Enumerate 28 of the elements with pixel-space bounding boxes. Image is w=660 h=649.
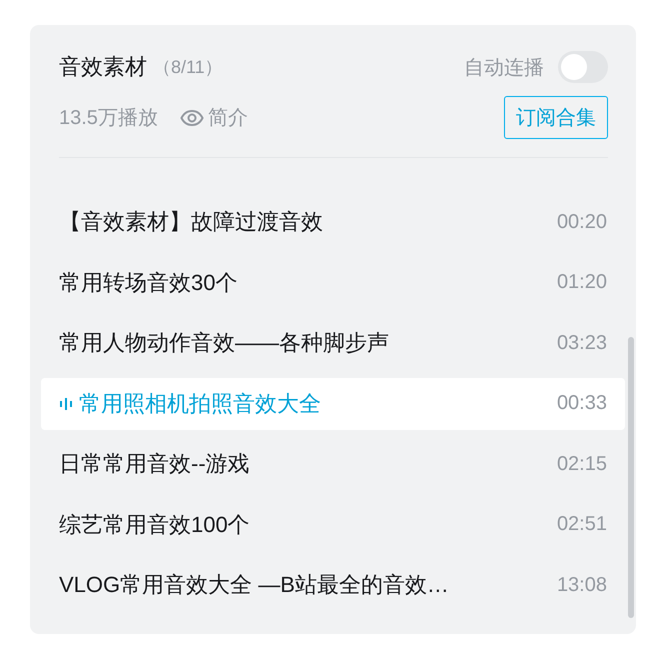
autoplay-toggle[interactable] bbox=[558, 51, 608, 83]
episode-duration: 02:51 bbox=[556, 513, 607, 536]
episode-title: 日常常用音效--游戏 bbox=[59, 450, 250, 478]
episode-item[interactable]: 常用人物动作音效——各种脚步声 03:23 bbox=[41, 317, 625, 369]
episode-count: （8/11） bbox=[153, 56, 223, 79]
episode-title: 综艺常用音效100个 bbox=[59, 510, 250, 538]
episode-title: 常用照相机拍照音效大全 bbox=[79, 390, 321, 418]
episode-title: VLOG常用音效大全 —B站最全的音效… bbox=[59, 571, 449, 599]
episode-item[interactable]: VLOG常用音效大全 —B站最全的音效… 13:08 bbox=[41, 559, 625, 611]
play-count: 13.5万播放 bbox=[59, 106, 158, 131]
scrollbar-thumb[interactable] bbox=[628, 337, 634, 618]
episode-title: 常用转场音效30个 bbox=[59, 268, 238, 296]
episode-duration: 01:20 bbox=[556, 271, 607, 294]
episode-title: 【音效素材】故障过渡音效 bbox=[59, 208, 323, 236]
episode-duration: 02:15 bbox=[556, 452, 607, 476]
episode-duration: 00:33 bbox=[556, 392, 607, 415]
episode-duration: 00:20 bbox=[556, 210, 607, 234]
episode-item[interactable]: 日常常用音效--游戏 02:15 bbox=[41, 438, 625, 490]
sound-wave-icon bbox=[59, 396, 73, 410]
episode-duration: 13:08 bbox=[556, 574, 607, 596]
episode-item[interactable]: 常用转场音效30个 01:20 bbox=[41, 256, 625, 308]
episode-item[interactable]: 综艺常用音效100个 02:51 bbox=[41, 498, 625, 550]
episode-duration: 03:23 bbox=[556, 332, 607, 354]
episode-item[interactable]: 【音效素材】故障过渡音效 00:20 bbox=[41, 196, 625, 248]
episode-title: 常用人物动作音效——各种脚步声 bbox=[59, 329, 389, 357]
eye-icon bbox=[180, 108, 204, 126]
autoplay-label: 自动连播 bbox=[464, 56, 544, 80]
collection-title: 音效素材 bbox=[59, 53, 147, 81]
